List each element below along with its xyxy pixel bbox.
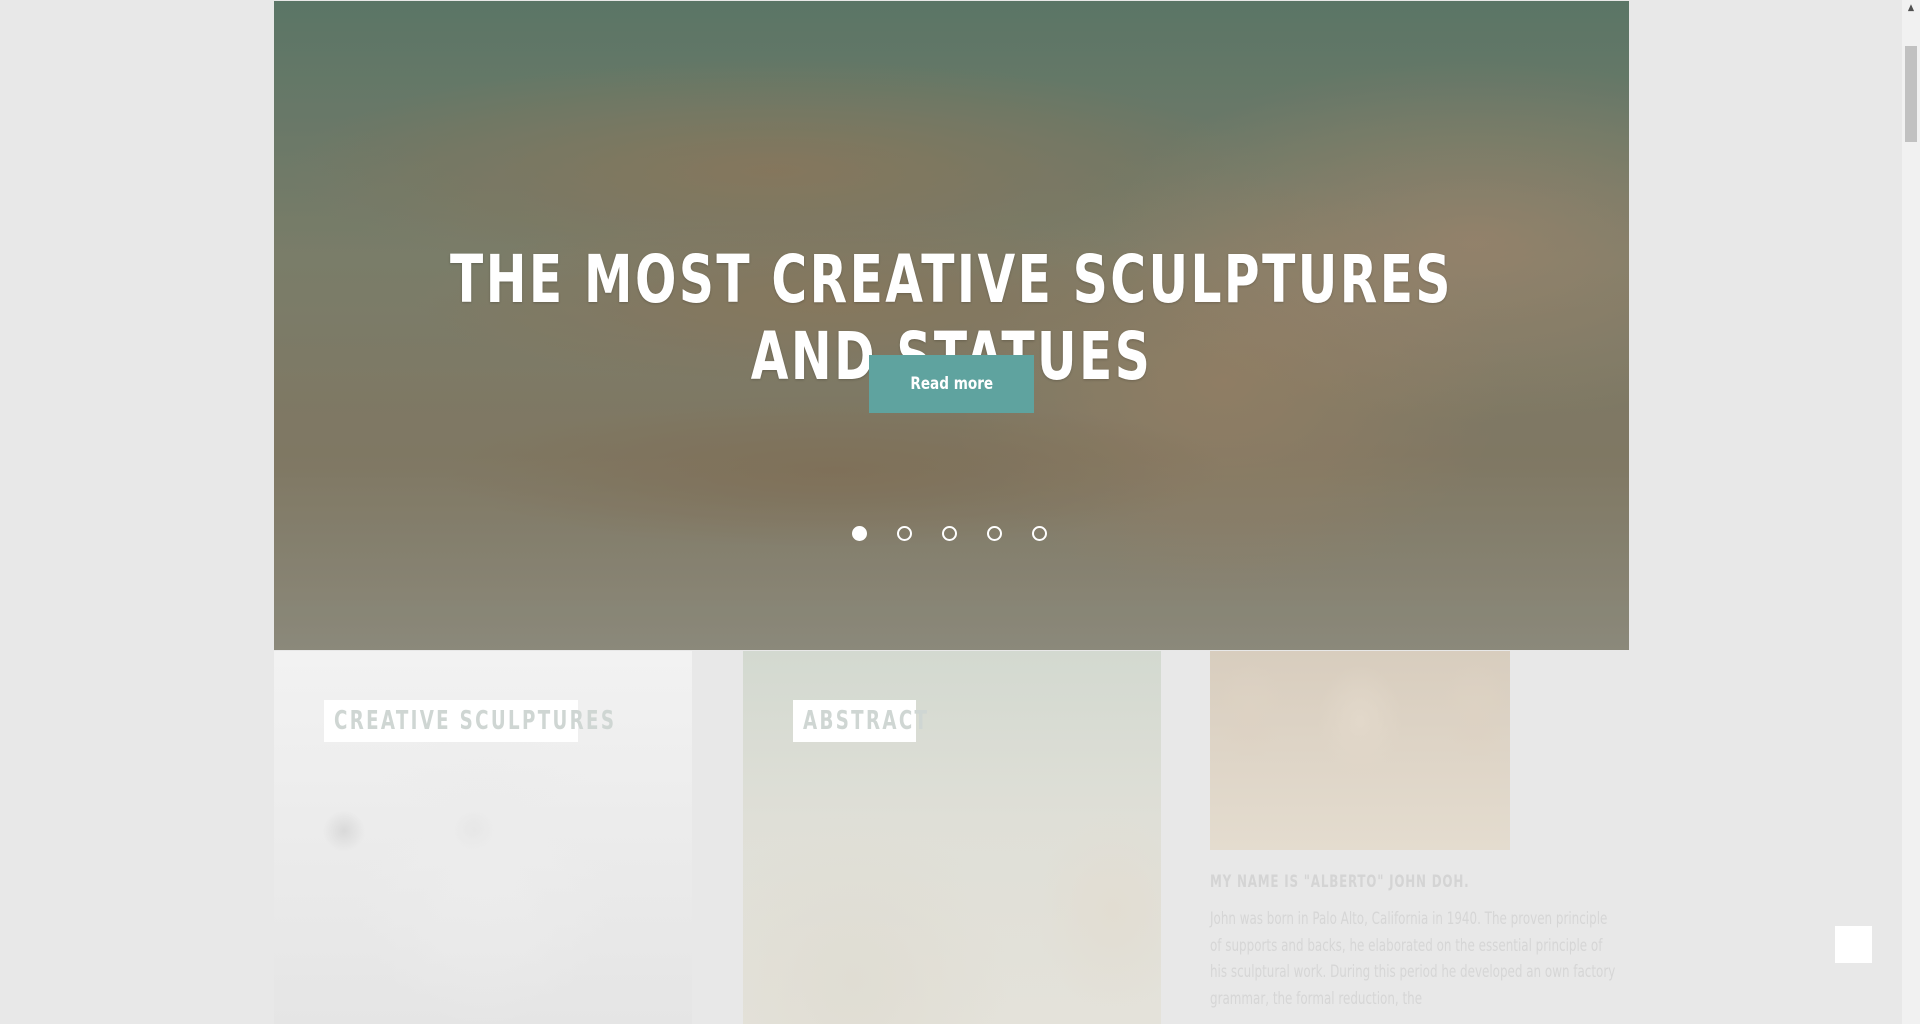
hero-slider: THE MOST CREATIVE SCULPTURES AND STATUES… bbox=[274, 1, 1629, 650]
read-more-label: Read more bbox=[910, 374, 993, 394]
slider-dot-1[interactable] bbox=[852, 526, 867, 541]
card-abstract[interactable]: ABSTRACT bbox=[743, 651, 1161, 1024]
card-label: CREATIVE SCULPTURES bbox=[324, 700, 614, 742]
about-heading: MY NAME IS "ALBERTO" JOHN DOH. bbox=[1210, 872, 1470, 892]
scrollbar[interactable]: ▲ bbox=[1902, 0, 1920, 1024]
scroll-up-arrow-icon[interactable]: ▲ bbox=[1902, 0, 1920, 16]
slider-dot-4[interactable] bbox=[987, 526, 1002, 541]
slider-dot-3[interactable] bbox=[942, 526, 957, 541]
slider-pagination bbox=[852, 526, 1047, 541]
about-section: MY NAME IS "ALBERTO" JOHN DOH. John was … bbox=[1210, 651, 1630, 1012]
card-label: ABSTRACT bbox=[793, 700, 927, 742]
about-text: John was born in Palo Alto, California i… bbox=[1210, 909, 1616, 1009]
slider-dot-5[interactable] bbox=[1032, 526, 1047, 541]
page: THE MOST CREATIVE SCULPTURES AND STATUES… bbox=[0, 0, 1920, 1024]
read-more-button[interactable]: Read more bbox=[869, 355, 1034, 413]
about-photo bbox=[1210, 651, 1510, 850]
slider-dot-2[interactable] bbox=[897, 526, 912, 541]
card-creative-sculptures[interactable]: CREATIVE SCULPTURES bbox=[274, 651, 692, 1024]
scroll-thumb[interactable] bbox=[1905, 46, 1917, 142]
back-to-top-button[interactable] bbox=[1835, 926, 1872, 963]
